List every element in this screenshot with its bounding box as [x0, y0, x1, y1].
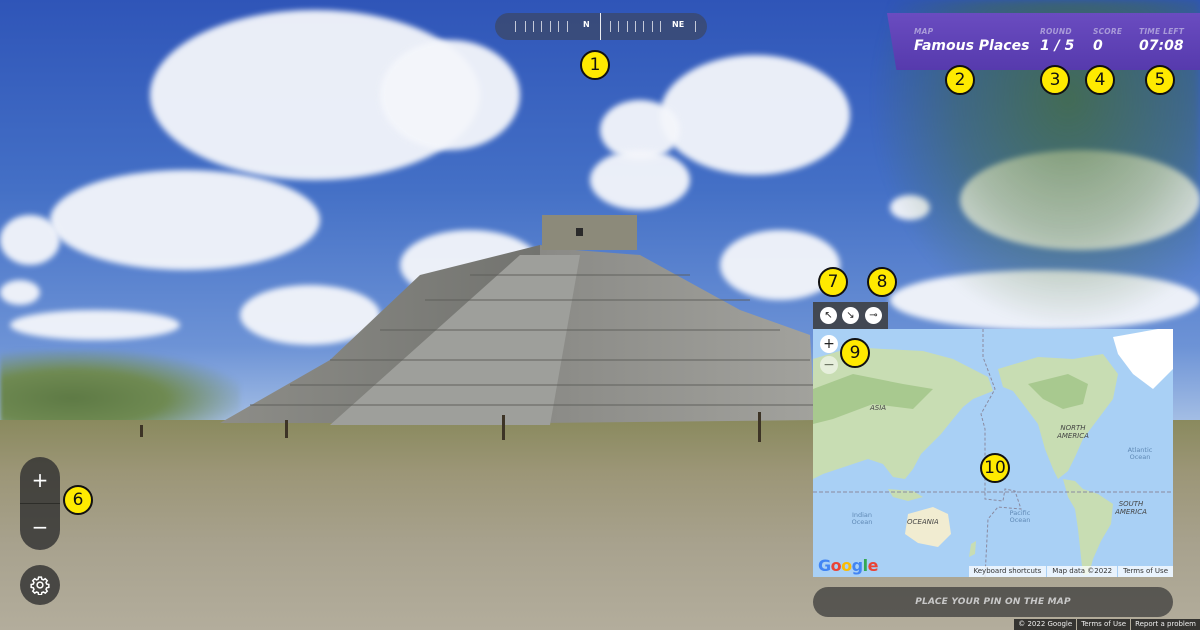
map-terms-link[interactable]: Terms of Use	[1118, 566, 1173, 577]
indonesia-landmass	[888, 489, 923, 501]
terms-of-use-link[interactable]: Terms of Use	[1077, 619, 1131, 630]
compass[interactable]: N NE	[495, 13, 707, 40]
cloud	[0, 215, 60, 265]
callout-2: 2	[945, 65, 975, 95]
north-america-landmass	[998, 354, 1118, 479]
continent-label-oceania: OCEANIA	[907, 518, 939, 526]
map-toolbar: ↖ ↘ ⊸	[813, 302, 888, 329]
copyright-text: © 2022 Google	[1014, 619, 1077, 630]
compass-tick	[515, 21, 516, 32]
settings-button[interactable]	[20, 565, 60, 605]
panorama-zoom-in-button[interactable]: +	[20, 457, 60, 503]
compass-tick	[635, 21, 636, 32]
new-zealand-landmass	[969, 541, 976, 557]
panorama-zoom-out-button[interactable]: −	[20, 504, 60, 550]
compass-tick	[567, 21, 568, 32]
callout-5: 5	[1145, 65, 1175, 95]
cloud	[660, 55, 850, 175]
compass-tick	[627, 21, 628, 32]
status-round: ROUND 1 / 5	[1040, 27, 1074, 54]
map-zoom-in-button[interactable]: +	[820, 335, 838, 353]
cloud	[590, 150, 690, 210]
callout-3: 3	[1040, 65, 1070, 95]
fence-post	[758, 412, 761, 442]
status-round-value: 1 / 5	[1040, 38, 1075, 54]
pin-map-button[interactable]: ⊸	[865, 307, 882, 324]
cloud	[10, 310, 180, 340]
map-data-text: Map data ©2022	[1047, 566, 1118, 577]
status-map-value: Famous Places	[914, 38, 1030, 54]
callout-8: 8	[867, 267, 897, 297]
ocean-label-atlantic: Atlantic Ocean	[1127, 446, 1153, 462]
keyboard-shortcuts-link[interactable]: Keyboard shortcuts	[968, 566, 1047, 577]
pyramid	[220, 215, 815, 425]
cloud	[0, 280, 40, 305]
status-time-value: 07:08	[1139, 38, 1184, 54]
callout-1: 1	[580, 50, 610, 80]
report-problem-link[interactable]: Report a problem	[1131, 619, 1200, 630]
fence-post	[502, 415, 505, 440]
pin-icon: ⊸	[869, 310, 878, 321]
compass-tick	[550, 21, 551, 32]
expand-map-button[interactable]: ↖	[820, 307, 837, 324]
gear-icon	[30, 576, 50, 595]
compass-label-n: N	[583, 20, 590, 29]
compass-tick	[643, 21, 644, 32]
google-logo: Google	[818, 556, 878, 575]
australia-landmass	[905, 507, 951, 547]
ocean-label-pacific: Pacific Ocean	[1009, 509, 1031, 525]
compass-tick	[533, 21, 534, 32]
panorama-zoom-control: + −	[20, 457, 60, 550]
compass-tick	[525, 21, 526, 32]
ocean-label-indian: Indian Ocean	[851, 511, 873, 527]
compass-label-ne: NE	[672, 20, 685, 29]
status-map: MAP Famous Places	[914, 27, 1029, 54]
game-status-bar: MAP Famous Places ROUND 1 / 5 SCORE 0 TI…	[887, 13, 1200, 70]
status-time: TIME LEFT 07:08	[1139, 27, 1184, 54]
callout-7: 7	[818, 267, 848, 297]
compass-tick	[618, 21, 619, 32]
arrow-down-right-icon: ↘	[846, 310, 855, 321]
compass-tick	[558, 21, 559, 32]
callout-10: 10	[980, 453, 1010, 483]
continent-label-asia: ASIA	[870, 404, 887, 412]
compass-tick	[660, 21, 661, 32]
compass-center-marker	[600, 13, 601, 40]
street-view-attribution: © 2022 Google Terms of Use Report a prob…	[1013, 619, 1200, 630]
status-score-value: 0	[1093, 38, 1103, 54]
continent-label-south-america: SOUTH AMERICA	[1115, 500, 1147, 516]
status-score-key: SCORE	[1093, 27, 1123, 36]
compass-tick	[610, 21, 611, 32]
continent-label-north-america: NORTH AMERICA	[1057, 424, 1089, 440]
tree-line	[0, 350, 240, 430]
compass-tick	[695, 21, 696, 32]
map-zoom-out-button[interactable]: −	[820, 356, 838, 374]
fence-post	[140, 425, 143, 437]
cloud	[380, 40, 520, 150]
callout-4: 4	[1085, 65, 1115, 95]
compass-tick	[652, 21, 653, 32]
status-round-key: ROUND	[1040, 27, 1072, 36]
shrink-map-button[interactable]: ↘	[842, 307, 859, 324]
status-map-key: MAP	[914, 27, 934, 36]
arrow-up-left-icon: ↖	[824, 310, 833, 321]
callout-6: 6	[63, 485, 93, 515]
status-score: SCORE 0	[1093, 27, 1122, 54]
status-time-key: TIME LEFT	[1139, 27, 1185, 36]
fence-post	[285, 420, 288, 438]
greenland-landmass	[1113, 329, 1173, 389]
compass-tick	[541, 21, 542, 32]
south-america-landmass	[1063, 479, 1113, 575]
place-pin-button[interactable]: PLACE YOUR PIN ON THE MAP	[813, 587, 1173, 617]
callout-9: 9	[840, 338, 870, 368]
map-attribution: Keyboard shortcuts Map data ©2022 Terms …	[968, 566, 1173, 577]
